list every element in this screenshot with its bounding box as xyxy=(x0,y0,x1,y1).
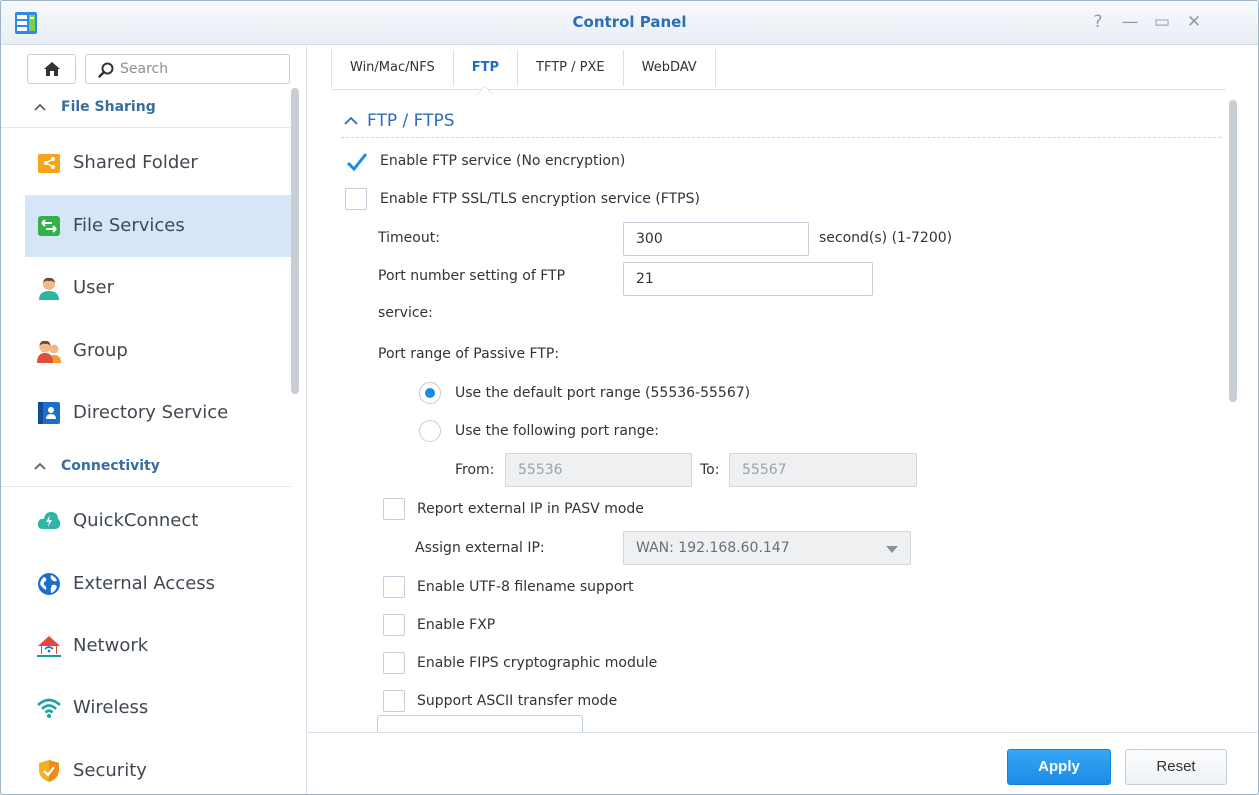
custom-port-range-radio[interactable] xyxy=(419,420,441,442)
ascii-label: Support ASCII transfer mode xyxy=(417,693,618,709)
window-title: Control Panel xyxy=(572,13,687,31)
ascii-checkbox[interactable] xyxy=(383,690,405,712)
utf8-label: Enable UTF-8 filename support xyxy=(417,579,634,595)
sidebar-item-shared-folder[interactable]: Shared Folder xyxy=(25,132,291,194)
timeout-hint: second(s) (1-7200) xyxy=(819,230,953,246)
sidebar-item-label: Wireless xyxy=(73,697,149,718)
user-icon xyxy=(39,277,59,300)
network-icon xyxy=(37,636,61,657)
main-panel: Win/Mac/NFS FTP TFTP / PXE WebDAV FTP / … xyxy=(307,46,1258,794)
timeout-label: Timeout: xyxy=(378,230,440,246)
assign-external-ip-select[interactable]: WAN: 192.168.60.147 xyxy=(623,531,911,565)
to-label: To: xyxy=(700,462,720,478)
chevron-up-icon xyxy=(34,103,46,111)
chevron-up-icon xyxy=(344,116,358,125)
footer-bar: Apply Reset xyxy=(307,732,1258,794)
sidebar-item-security[interactable]: Security xyxy=(25,740,291,794)
timeout-input[interactable] xyxy=(623,222,809,256)
sidebar: File Sharing Shared Folder File Services xyxy=(1,46,307,794)
sidebar-item-quickconnect[interactable]: QuickConnect xyxy=(25,490,291,552)
control-panel-window: Control Panel ? — ▭ ✕ File Sharing xyxy=(0,0,1259,795)
fxp-label: Enable FXP xyxy=(417,617,496,633)
ftp-settings-content: FTP / FTPS Enable FTP service (No encryp… xyxy=(307,96,1258,732)
report-external-ip-checkbox[interactable] xyxy=(383,498,405,520)
tab-webdav[interactable]: WebDAV xyxy=(624,50,716,86)
sidebar-item-group[interactable]: Group xyxy=(25,320,291,382)
tab-bar: Win/Mac/NFS FTP TFTP / PXE WebDAV xyxy=(331,50,1226,95)
home-icon xyxy=(43,62,60,76)
default-port-range-radio[interactable] xyxy=(419,382,441,404)
tab-tftp-pxe[interactable]: TFTP / PXE xyxy=(518,50,624,86)
dropdown-arrow-icon xyxy=(886,546,898,553)
file-services-icon xyxy=(38,216,60,236)
sidebar-item-label: File Services xyxy=(73,215,185,236)
minimize-button[interactable]: — xyxy=(1117,11,1143,33)
section-title: FTP / FTPS xyxy=(367,111,455,131)
port-label-line1: Port number setting of FTP xyxy=(378,268,566,284)
security-icon xyxy=(39,760,59,782)
quickconnect-icon xyxy=(37,512,61,529)
sidebar-item-file-services[interactable]: File Services xyxy=(25,195,291,257)
checkmark-icon xyxy=(346,153,368,172)
sidebar-item-network[interactable]: Network xyxy=(25,615,291,677)
port-input[interactable] xyxy=(623,262,873,296)
home-button[interactable] xyxy=(27,54,76,84)
content-scrollbar[interactable] xyxy=(1229,100,1237,402)
group-connectivity[interactable]: Connectivity xyxy=(1,449,291,487)
assign-external-ip-value: WAN: 192.168.60.147 xyxy=(636,540,790,556)
help-button[interactable]: ? xyxy=(1085,11,1111,33)
search-box[interactable] xyxy=(85,54,290,84)
tab-win-mac-nfs[interactable]: Win/Mac/NFS xyxy=(331,50,454,86)
enable-ftp-checkbox[interactable] xyxy=(345,150,368,172)
reset-button[interactable]: Reset xyxy=(1125,749,1227,785)
search-input[interactable] xyxy=(120,59,280,79)
sidebar-item-label: External Access xyxy=(73,573,216,594)
group-label: File Sharing xyxy=(61,99,156,115)
sidebar-item-directory-service[interactable]: Directory Service xyxy=(25,382,291,444)
shared-folder-icon xyxy=(38,154,60,173)
fips-label: Enable FIPS cryptographic module xyxy=(417,655,658,671)
directory-service-icon xyxy=(38,402,60,424)
sidebar-item-label: Directory Service xyxy=(73,402,229,423)
wireless-icon xyxy=(37,698,61,718)
sidebar-item-label: Security xyxy=(73,760,147,781)
tab-ftp[interactable]: FTP xyxy=(454,50,519,95)
external-access-icon xyxy=(38,573,60,595)
port-range-from-input[interactable] xyxy=(505,453,692,487)
enable-ftps-checkbox[interactable] xyxy=(345,188,367,210)
search-icon xyxy=(98,62,114,78)
enable-ftp-label: Enable FTP service (No encryption) xyxy=(380,153,626,169)
port-range-to-input[interactable] xyxy=(729,453,917,487)
sidebar-scrollbar[interactable] xyxy=(291,88,299,394)
assign-external-ip-label: Assign external IP: xyxy=(415,540,545,556)
utf8-checkbox[interactable] xyxy=(383,576,405,598)
fxp-checkbox[interactable] xyxy=(383,614,405,636)
port-label-line2: service: xyxy=(378,305,433,321)
group-label: Connectivity xyxy=(61,458,160,474)
sidebar-item-label: User xyxy=(73,277,115,298)
apply-button[interactable]: Apply xyxy=(1007,749,1111,785)
sidebar-item-user[interactable]: User xyxy=(25,257,291,319)
sidebar-item-label: Network xyxy=(73,635,149,656)
chevron-up-icon xyxy=(34,462,46,470)
enable-ftps-label: Enable FTP SSL/TLS encryption service (F… xyxy=(380,191,700,207)
sidebar-item-label: Group xyxy=(73,340,128,361)
title-bar[interactable]: Control Panel ? — ▭ ✕ xyxy=(1,1,1258,45)
group-file-sharing[interactable]: File Sharing xyxy=(1,90,291,128)
group-icon xyxy=(37,340,61,363)
section-ftp-ftps[interactable]: FTP / FTPS xyxy=(341,106,1221,138)
close-button[interactable]: ✕ xyxy=(1181,11,1207,33)
custom-port-range-label: Use the following port range: xyxy=(455,423,659,439)
passive-ftp-label: Port range of Passive FTP: xyxy=(378,346,560,362)
sidebar-item-wireless[interactable]: Wireless xyxy=(25,677,291,739)
fips-checkbox[interactable] xyxy=(383,652,405,674)
maximize-button[interactable]: ▭ xyxy=(1149,11,1175,33)
report-external-ip-label: Report external IP in PASV mode xyxy=(417,501,644,517)
sidebar-item-label: QuickConnect xyxy=(73,510,199,531)
sidebar-item-label: Shared Folder xyxy=(73,152,198,173)
default-port-range-label: Use the default port range (55536-55567) xyxy=(455,385,751,401)
sidebar-item-external-access[interactable]: External Access xyxy=(25,553,291,615)
from-label: From: xyxy=(455,462,495,478)
